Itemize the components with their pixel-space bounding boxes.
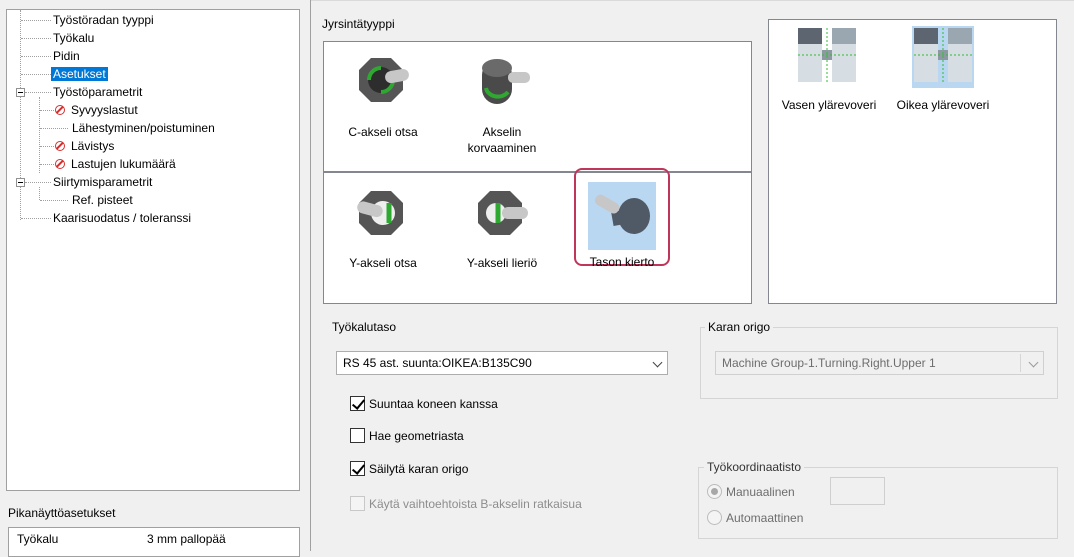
y-axis-face-icon [349, 183, 417, 251]
radio-label: Manuaalinen [726, 485, 795, 499]
tile-label: Y-akseli lieriö [466, 256, 538, 270]
tile-label: Akselin korvaaminen [467, 125, 537, 155]
error-icon [55, 159, 65, 169]
toolplane-select[interactable]: RS 45 ast. suunta:OIKEA:B135C90 [336, 351, 668, 375]
panel-splitter[interactable] [310, 0, 311, 551]
wcs-manual-radio[interactable]: Manuaalinen [707, 484, 795, 500]
tree-item-label: Lastujen lukumäärä [71, 157, 176, 171]
tree-item-label: Siirtymisparametrit [53, 175, 153, 189]
tree-item-toolpath-type[interactable]: Työstöradan tyyppi [53, 12, 154, 29]
tile-right-upper-turret[interactable]: Oikea ylärevoveri [893, 26, 993, 112]
toolplane-select-value: RS 45 ast. suunta:OIKEA:B135C90 [343, 356, 532, 370]
tree-item-arc-filter-tolerance[interactable]: Kaarisuodatus / toleranssi [53, 210, 191, 227]
spindle-origin-label: Karan origo [705, 320, 774, 334]
tree-item-plunge[interactable]: Lävistys [55, 138, 114, 155]
checkbox-label: Hae geometriasta [369, 429, 464, 443]
keep-spindle-origin-checkbox[interactable]: Säilytä karan origo [350, 461, 468, 477]
tree-item-label: Lähestyminen/poistuminen [72, 121, 215, 135]
turret-panel: Vasen ylärevoveri Oikea ylärevoveri [768, 19, 1057, 304]
left-upper-turret-icon [798, 26, 860, 88]
quickview-key: Työkalu [17, 532, 59, 546]
tree-item-label: Työkalu [53, 31, 95, 45]
tree-item-holder[interactable]: Pidin [53, 48, 80, 65]
collapse-toggle-icon[interactable] [16, 88, 25, 97]
tree-item-label: Lävistys [71, 139, 115, 153]
tile-y-axis-face[interactable]: Y-akseli otsa [335, 183, 431, 271]
checkbox-box[interactable] [350, 496, 365, 511]
settings-tree[interactable]: Työstöradan tyyppi Työkalu Pidin Asetuks… [6, 9, 300, 491]
milling-type-panel-top: C-akseli otsa Akselin korvaaminen [323, 41, 752, 172]
tree-item-label: Työstöparametrit [53, 85, 143, 99]
wcs-automatic-radio[interactable]: Automaattinen [707, 510, 803, 526]
milling-type-panel-bottom: Y-akseli otsa Y-akseli lieriö Tason kier… [323, 168, 752, 304]
align-with-machine-checkbox[interactable]: Suuntaa koneen kanssa [350, 396, 498, 412]
radio-dot[interactable] [707, 510, 722, 525]
tree-item-lead-in-out[interactable]: Lähestyminen/poistuminen [72, 120, 215, 137]
tree-item-label: Kaarisuodatus / toleranssi [53, 211, 192, 225]
chevron-down-icon [652, 357, 663, 368]
tree-item-tool[interactable]: Työkalu [53, 30, 94, 47]
tile-y-axis-cylinder[interactable]: Y-akseli lieriö [454, 183, 550, 271]
tile-label: Oikea ylärevoveri [896, 98, 990, 112]
checkbox-box[interactable] [350, 461, 365, 476]
tree-item-cut-parameters[interactable]: Työstöparametrit [53, 84, 142, 101]
quickview-value: 3 mm pallopää [147, 532, 226, 546]
checkbox-label: Suuntaa koneen kanssa [369, 397, 498, 411]
spindle-origin-value: Machine Group-1.Turning.Right.Upper 1 [722, 356, 936, 370]
c-axis-face-icon [349, 52, 417, 120]
quickview-table: Työkalu 3 mm pallopää [8, 527, 300, 557]
milling-type-label: Jyrsintätyyppi [322, 17, 395, 31]
tree-item-cut-count[interactable]: Lastujen lukumäärä [55, 156, 176, 173]
alternate-b-axis-checkbox[interactable]: Käytä vaihtoehtoista B-akselin ratkaisua [350, 496, 582, 512]
get-from-geometry-checkbox[interactable]: Hae geometriasta [350, 428, 464, 444]
tile-label: Vasen ylärevoveri [781, 98, 877, 112]
tree-item-linking-parameters[interactable]: Siirtymisparametrit [53, 174, 152, 191]
tile-c-axis-face[interactable]: C-akseli otsa [335, 52, 431, 140]
tree-item-depth-cuts[interactable]: Syvyyslastut [55, 102, 138, 119]
spindle-origin-select[interactable]: Machine Group-1.Turning.Right.Upper 1 [715, 351, 1044, 375]
radio-label: Automaattinen [726, 511, 804, 525]
wcs-label: Työkoordinaatisto [704, 460, 805, 474]
tree-item-label: Asetukset [51, 67, 108, 81]
tree-item-label: Syvyyslastut [71, 103, 138, 117]
tile-label: Tason kierto [589, 255, 655, 269]
radio-dot[interactable] [707, 484, 722, 499]
toolplane-label: Työkalutaso [332, 320, 397, 334]
wcs-manual-field[interactable] [830, 477, 885, 505]
quickview-title: Pikanäyttöasetukset [8, 506, 116, 520]
axis-substitution-icon [468, 52, 536, 120]
tile-axis-substitution[interactable]: Akselin korvaaminen [454, 52, 550, 156]
checkbox-label: Säilytä karan origo [369, 462, 469, 476]
right-upper-turret-icon [912, 26, 974, 88]
error-icon [55, 141, 65, 151]
select-divider [1020, 354, 1021, 372]
tile-label: C-akseli otsa [348, 125, 418, 139]
error-icon [55, 105, 65, 115]
y-axis-cylinder-icon [468, 183, 536, 251]
checkbox-box[interactable] [350, 396, 365, 411]
checkbox-box[interactable] [350, 428, 365, 443]
tile-left-upper-turret[interactable]: Vasen ylärevoveri [779, 26, 879, 112]
tree-item-ref-points[interactable]: Ref. pisteet [72, 192, 133, 209]
tree-item-settings[interactable]: Asetukset [51, 66, 108, 83]
collapse-toggle-icon[interactable] [16, 178, 25, 187]
tree-item-label: Työstöradan tyyppi [53, 13, 154, 27]
tile-plane-rotation[interactable]: Tason kierto [574, 168, 670, 269]
plane-rotation-icon [588, 182, 656, 250]
tree-item-label: Ref. pisteet [72, 193, 133, 207]
tile-label: Y-akseli otsa [349, 256, 417, 270]
chevron-down-icon [1028, 357, 1039, 368]
checkbox-label: Käytä vaihtoehtoista B-akselin ratkaisua [369, 497, 582, 511]
tree-item-label: Pidin [53, 49, 80, 63]
